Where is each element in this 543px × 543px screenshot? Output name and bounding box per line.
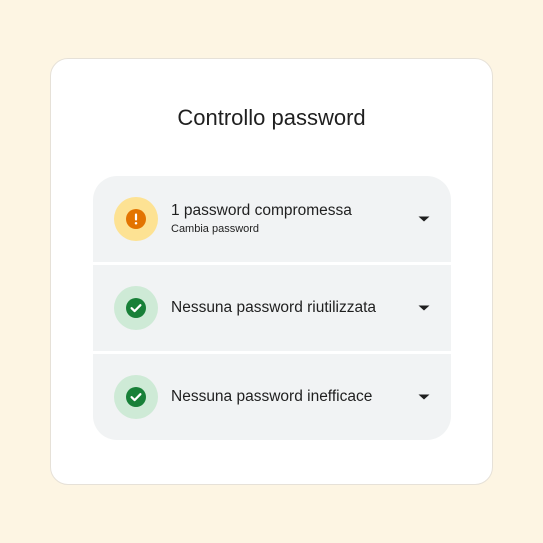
- row-title: 1 password compromessa: [171, 202, 352, 219]
- weak-passwords-row[interactable]: Nessuna password inefficace: [93, 354, 451, 440]
- row-title: Nessuna password riutilizzata: [171, 299, 377, 316]
- check-icon: [126, 298, 146, 318]
- check-icon: [126, 387, 146, 407]
- card-title: Controllo password: [177, 105, 366, 130]
- ok-badge: [114, 375, 158, 419]
- warning-badge: [114, 197, 158, 241]
- row-subtitle: Cambia password: [171, 223, 260, 235]
- chevron-down-icon[interactable]: [417, 393, 431, 401]
- compromised-passwords-row[interactable]: 1 password compromessa Cambia password: [93, 176, 451, 262]
- ok-badge: [114, 286, 158, 330]
- row-text: Nessuna password riutilizzata: [171, 265, 376, 351]
- row-text: Nessuna password inefficace: [171, 354, 372, 440]
- chevron-down-icon[interactable]: [417, 215, 431, 223]
- exclamation-icon: [126, 209, 146, 229]
- checkup-list: 1 password compromessa Cambia password N…: [93, 176, 451, 440]
- row-text: 1 password compromessa Cambia password: [171, 176, 352, 262]
- password-checkup-card: Controllo password 1 password compromess…: [50, 58, 493, 485]
- reused-passwords-row[interactable]: Nessuna password riutilizzata: [93, 265, 451, 351]
- chevron-down-icon[interactable]: [417, 304, 431, 312]
- row-title: Nessuna password inefficace: [171, 388, 373, 405]
